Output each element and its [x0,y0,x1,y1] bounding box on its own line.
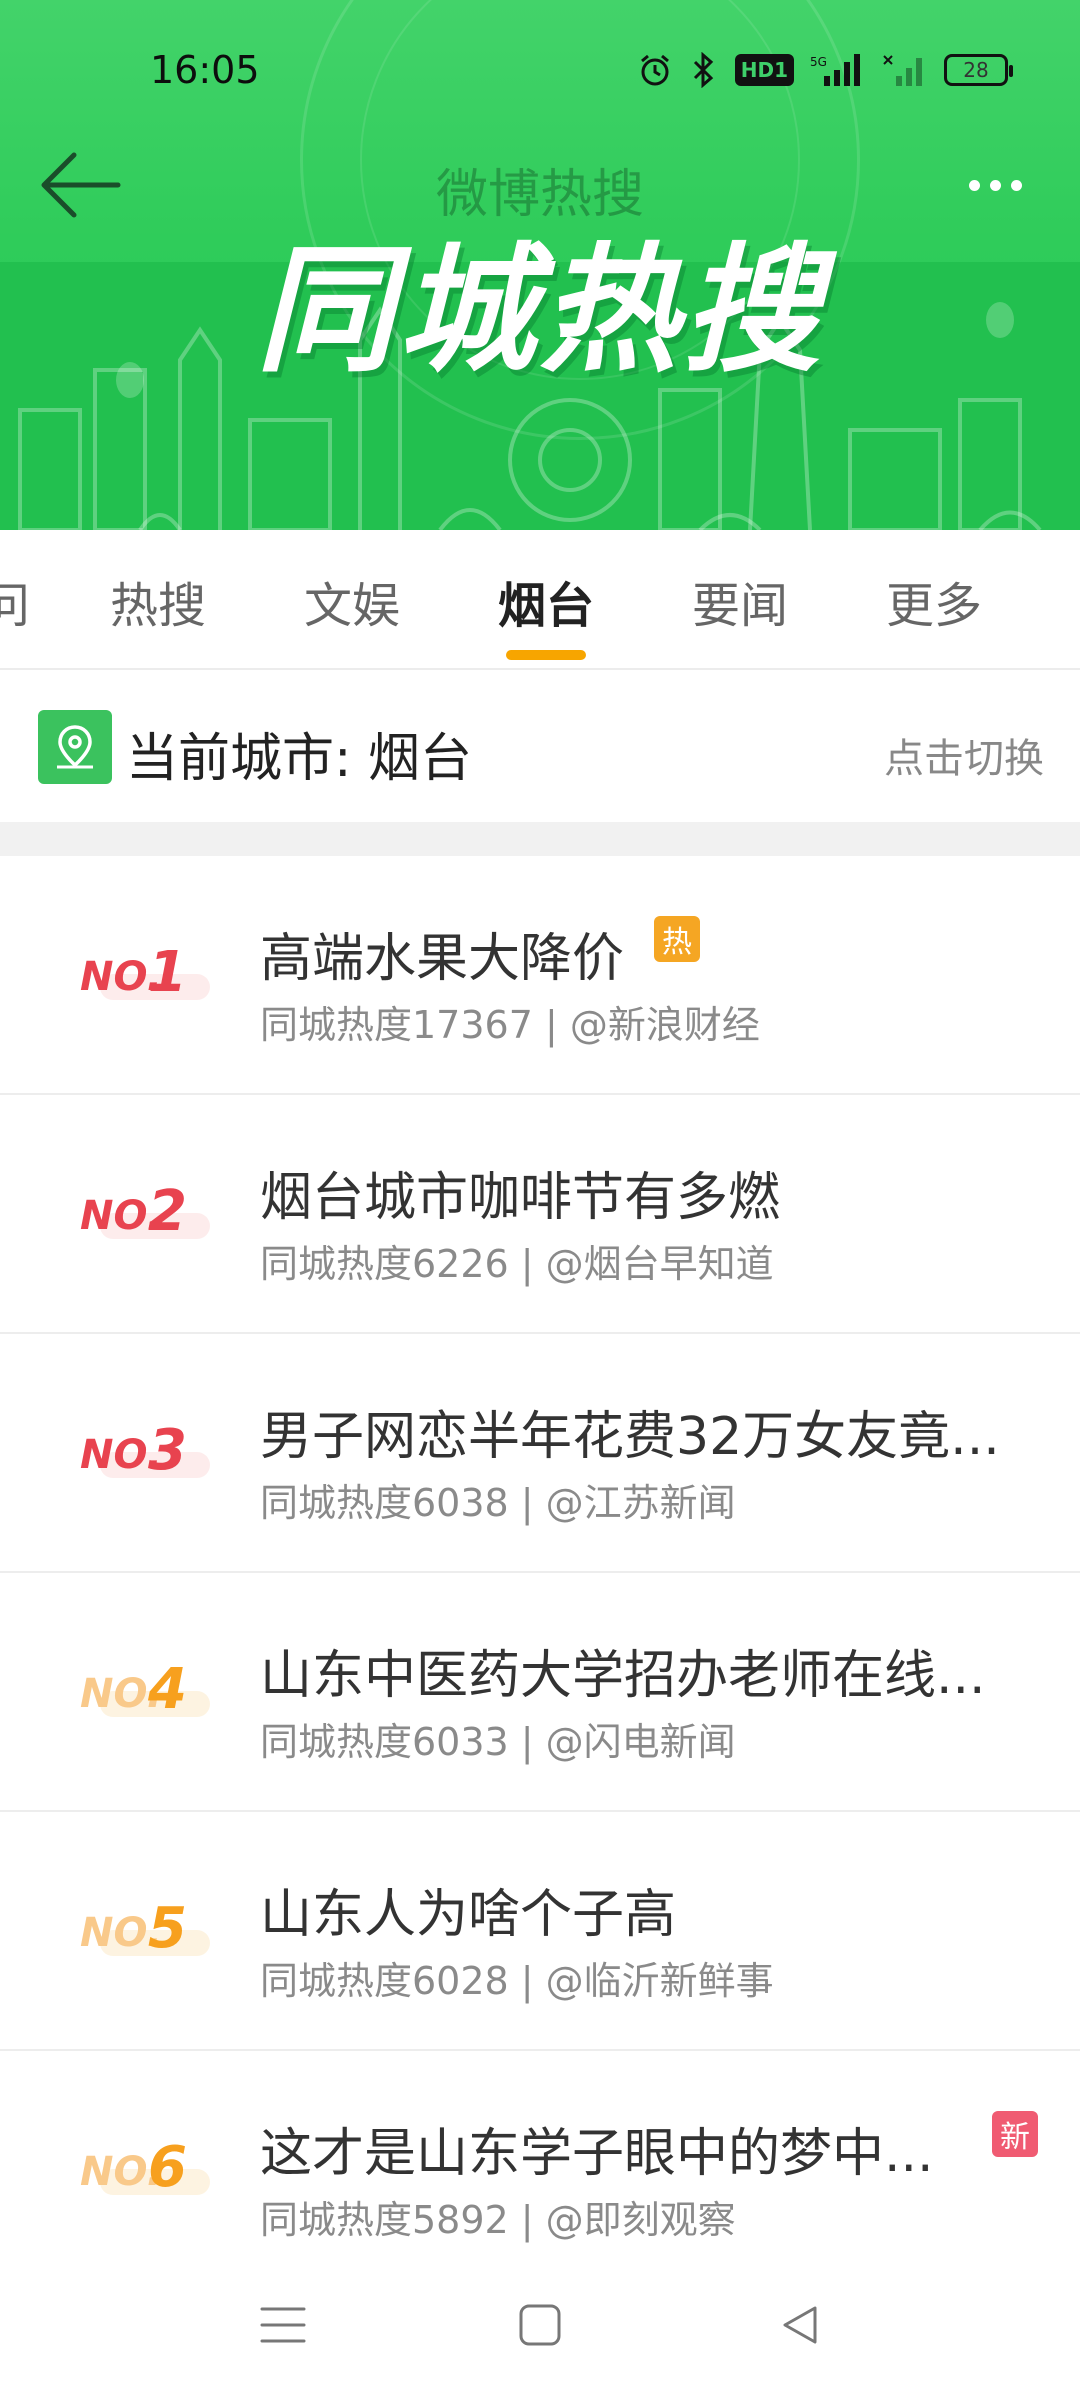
status-icons: HD1 5G 28 [637,52,1013,88]
more-dot [968,179,980,191]
item-meta: 同城热度5892 | @即刻观察 [260,2198,736,2242]
tab-partial[interactable]: 问 [0,566,30,636]
hd-badge: HD1 [734,54,794,86]
item-title: 山东人为啥个子高 [260,1885,677,1945]
switch-city-link[interactable]: 点击切换 [884,726,1044,784]
hot-search-list: NO. 1 高端水果大降价 热 同城热度17367 | @新浪财经 NO. 2 … [0,856,1080,2290]
rank-number: 6 [148,2135,187,2200]
item-meta: 同城热度17367 | @新浪财经 [260,1003,760,1047]
category-tabs: 问 热搜 文娱 烟台 要闻 更多 [0,530,1080,670]
more-dot [989,179,1001,191]
list-item[interactable]: NO. 1 高端水果大降价 热 同城热度17367 | @新浪财经 [0,856,1080,1095]
signal-icon: 5G [810,54,860,86]
svg-text:5G: 5G [810,55,827,69]
item-title: 高端水果大降价 [260,929,625,989]
section-divider [0,822,1080,856]
tab-news[interactable]: 要闻 [692,566,788,636]
status-time: 16:05 [150,48,260,92]
signal-secondary-icon [883,55,922,86]
location-pin-icon [38,710,112,784]
item-title: 山东中医药大学招办老师在线... [260,1646,986,1706]
rank-number: 1 [148,940,187,1005]
current-city-label: 当前城市: 烟台 [126,729,473,789]
rank-label: NO. 5 [80,1896,210,1966]
tab-entertainment[interactable]: 文娱 [304,566,400,636]
back-triangle-icon[interactable] [765,2290,835,2360]
alarm-icon [640,54,669,86]
item-meta: 同城热度6033 | @闪电新闻 [260,1720,736,1764]
battery-icon: 28 [944,54,1013,86]
rank-label: NO. 2 [80,1179,210,1249]
item-meta: 同城热度6038 | @江苏新闻 [260,1481,736,1525]
item-meta: 同城热度6028 | @临沂新鲜事 [260,1959,774,2003]
tab-yantai[interactable]: 烟台 [498,566,594,636]
tab-more[interactable]: 更多 [886,566,982,636]
banner-title: 同城热搜 [255,230,824,391]
item-title: 烟台城市咖啡节有多燃 [260,1168,781,1228]
battery-level: 28 [963,58,989,82]
rank-label: NO. 1 [80,940,210,1010]
item-meta: 同城热度6226 | @烟台早知道 [260,1242,774,1286]
bluetooth-icon [693,52,713,88]
rank-number: 4 [148,1657,187,1722]
list-item[interactable]: NO. 4 山东中医药大学招办老师在线... 同城热度6033 | @闪电新闻 [0,1573,1080,1812]
list-item[interactable]: NO. 5 山东人为啥个子高 同城热度6028 | @临沂新鲜事 [0,1812,1080,2051]
active-tab-indicator [506,650,586,660]
home-square-icon[interactable] [505,2290,575,2360]
rank-label: NO. 4 [80,1657,210,1727]
more-dot [1010,179,1022,191]
rank-number: 5 [148,1896,187,1961]
rank-number: 2 [148,1179,187,1244]
tab-hot-search[interactable]: 热搜 [110,566,206,636]
header-banner: 16:05 HD1 5G 28 微博热搜 同城热搜 [0,0,1080,530]
item-title: 这才是山东学子眼中的梦中... [260,2124,934,2184]
rank-number: 3 [148,1418,187,1483]
list-item[interactable]: NO. 3 男子网恋半年花费32万女友竟... 同城热度6038 | @江苏新闻 [0,1334,1080,1573]
item-title: 男子网恋半年花费32万女友竟... [260,1407,1000,1467]
new-badge: 新 [992,2111,1038,2157]
rank-label: NO. 6 [80,2135,210,2205]
list-item[interactable]: NO. 2 烟台城市咖啡节有多燃 同城热度6226 | @烟台早知道 [0,1095,1080,1334]
system-navigation-bar [0,2250,1080,2400]
current-city-row: 当前城市: 烟台 点击切换 [0,672,1080,822]
hot-badge: 热 [654,916,700,962]
rank-label: NO. 3 [80,1418,210,1488]
menu-icon[interactable] [248,2290,318,2360]
